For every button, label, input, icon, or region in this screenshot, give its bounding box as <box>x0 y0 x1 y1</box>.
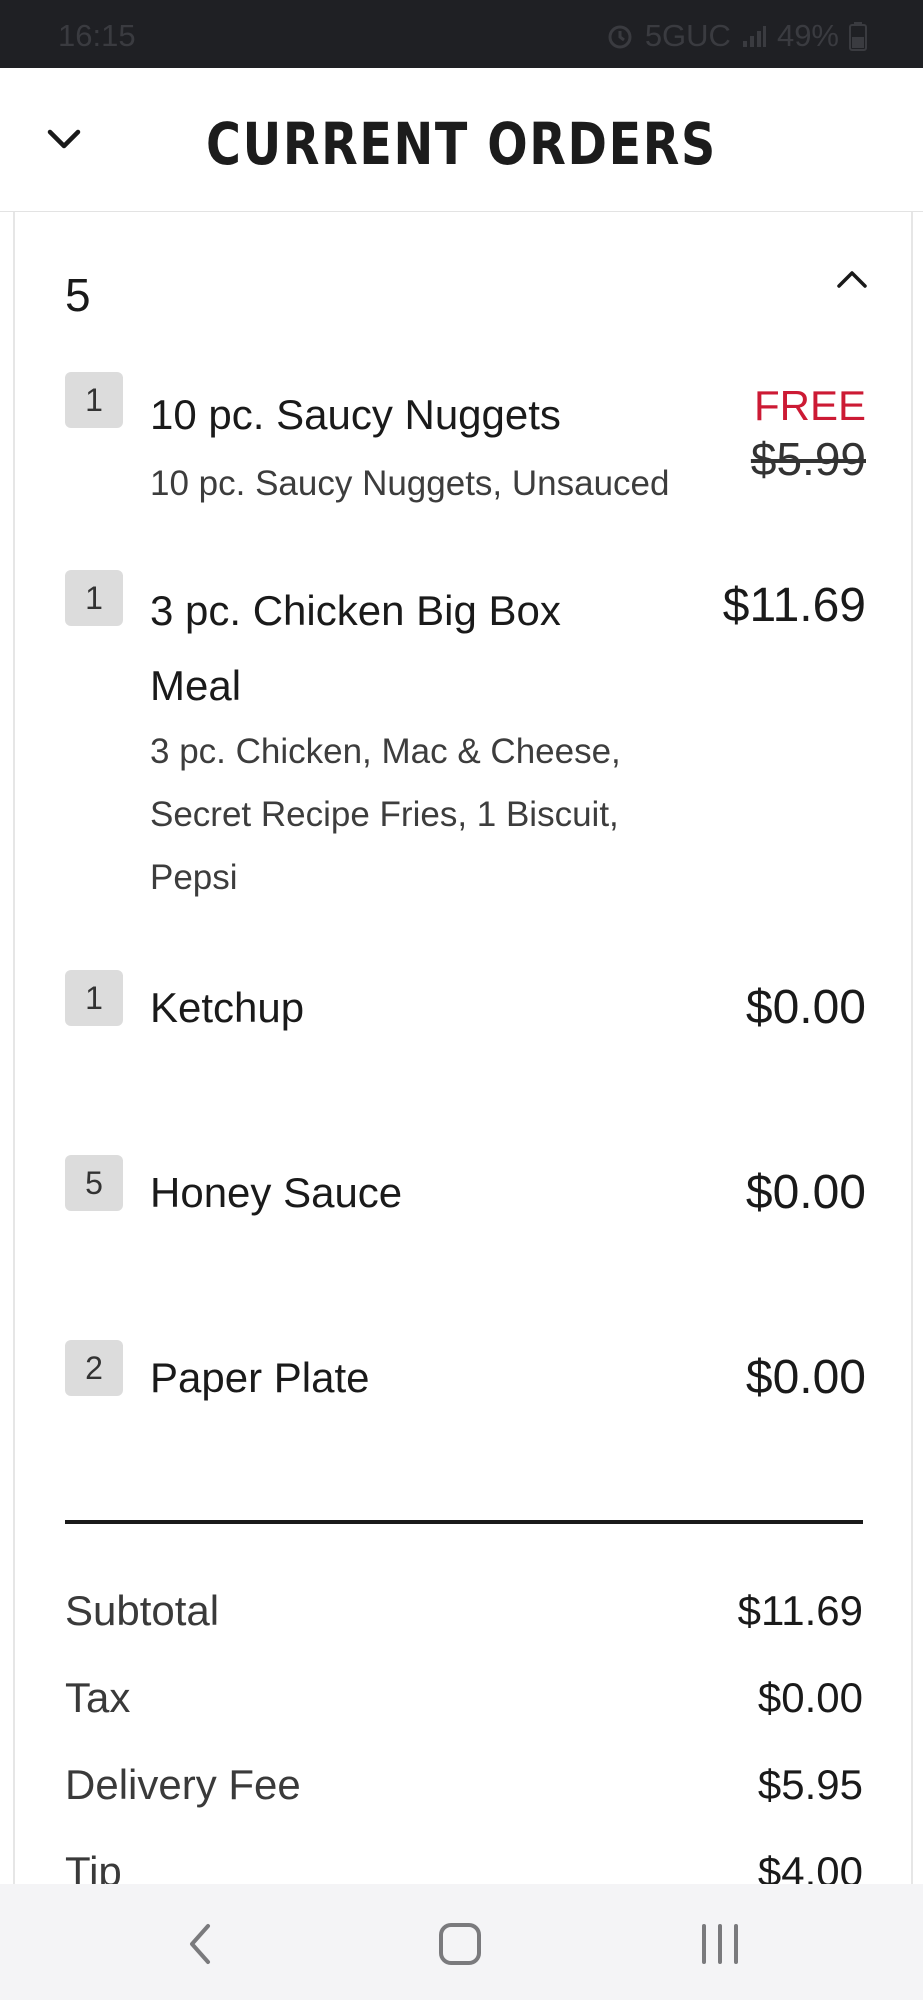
item-name: Paper Plate <box>150 1354 370 1401</box>
subtotal-value: $11.69 <box>737 1587 863 1634</box>
delivery-fee-row: Delivery Fee $5.95 <box>65 1761 863 1821</box>
order-number: 5 <box>65 269 91 321</box>
order-item: 1 3 pc. Chicken Big Box Meal 3 pc. Chick… <box>15 570 911 910</box>
quantity-badge: 5 <box>65 1155 123 1211</box>
system-nav-bar <box>0 1884 923 2000</box>
item-price: $0.00 <box>745 981 866 1034</box>
network-label: 5GUC <box>644 18 731 53</box>
header: CURRENT ORDERS <box>0 68 923 212</box>
summary-divider <box>65 1520 863 1524</box>
item-description: Pepsi <box>150 858 238 897</box>
quantity-badge: 1 <box>65 970 123 1026</box>
signal-icon <box>742 26 766 47</box>
item-name-line: Meal <box>150 662 242 709</box>
chevron-down-icon[interactable] <box>44 118 84 158</box>
chevron-up-icon[interactable] <box>835 266 869 292</box>
item-price: $11.69 <box>722 579 866 632</box>
order-item: 5 Honey Sauce $0.00 <box>15 1155 911 1255</box>
recents-icon[interactable] <box>694 1918 746 1970</box>
quantity-badge: 2 <box>65 1340 123 1396</box>
item-name: Honey Sauce <box>150 1169 403 1216</box>
original-price: $5.99 <box>750 433 866 485</box>
home-icon[interactable] <box>434 1918 486 1970</box>
free-label: FREE <box>753 382 866 429</box>
alarm-icon <box>608 25 632 49</box>
delivery-fee-value: $5.95 <box>757 1761 863 1808</box>
item-description: 10 pc. Saucy Nuggets, Unsauced <box>150 464 670 503</box>
tax-value: $0.00 <box>757 1674 863 1721</box>
quantity-badge: 1 <box>65 372 123 428</box>
status-icons: 5GUC 49% <box>605 18 867 54</box>
tax-label: Tax <box>65 1674 131 1721</box>
tax-row: Tax $0.00 <box>65 1674 863 1734</box>
order-item: 2 Paper Plate $0.00 <box>15 1340 911 1440</box>
subtotal-label: Subtotal <box>65 1587 220 1634</box>
back-icon[interactable] <box>176 1918 228 1970</box>
status-time: 16:15 <box>58 18 136 53</box>
order-item: 1 10 pc. Saucy Nuggets 10 pc. Saucy Nugg… <box>15 372 911 522</box>
battery-percent: 49% <box>776 18 839 53</box>
status-bar: 16:15 5GUC 49% <box>0 0 923 68</box>
page-title: CURRENT ORDERS <box>206 110 717 178</box>
item-name: 10 pc. Saucy Nuggets <box>150 391 561 438</box>
item-price: $0.00 <box>745 1166 866 1219</box>
item-price: $0.00 <box>745 1351 866 1404</box>
item-name-line: 3 pc. Chicken Big Box <box>150 587 561 634</box>
item-description: Secret Recipe Fries, 1 Biscuit, <box>150 795 619 834</box>
order-card: 5 1 10 pc. Saucy Nuggets 10 pc. Saucy Nu… <box>13 212 913 1895</box>
subtotal-row: Subtotal $11.69 <box>65 1587 863 1647</box>
item-name: Ketchup <box>150 984 305 1031</box>
order-item: 1 Ketchup $0.00 <box>15 970 911 1070</box>
quantity-badge: 1 <box>65 570 123 626</box>
item-description: 3 pc. Chicken, Mac & Cheese, <box>150 732 621 771</box>
battery-icon <box>849 22 867 51</box>
delivery-fee-label: Delivery Fee <box>65 1761 301 1808</box>
